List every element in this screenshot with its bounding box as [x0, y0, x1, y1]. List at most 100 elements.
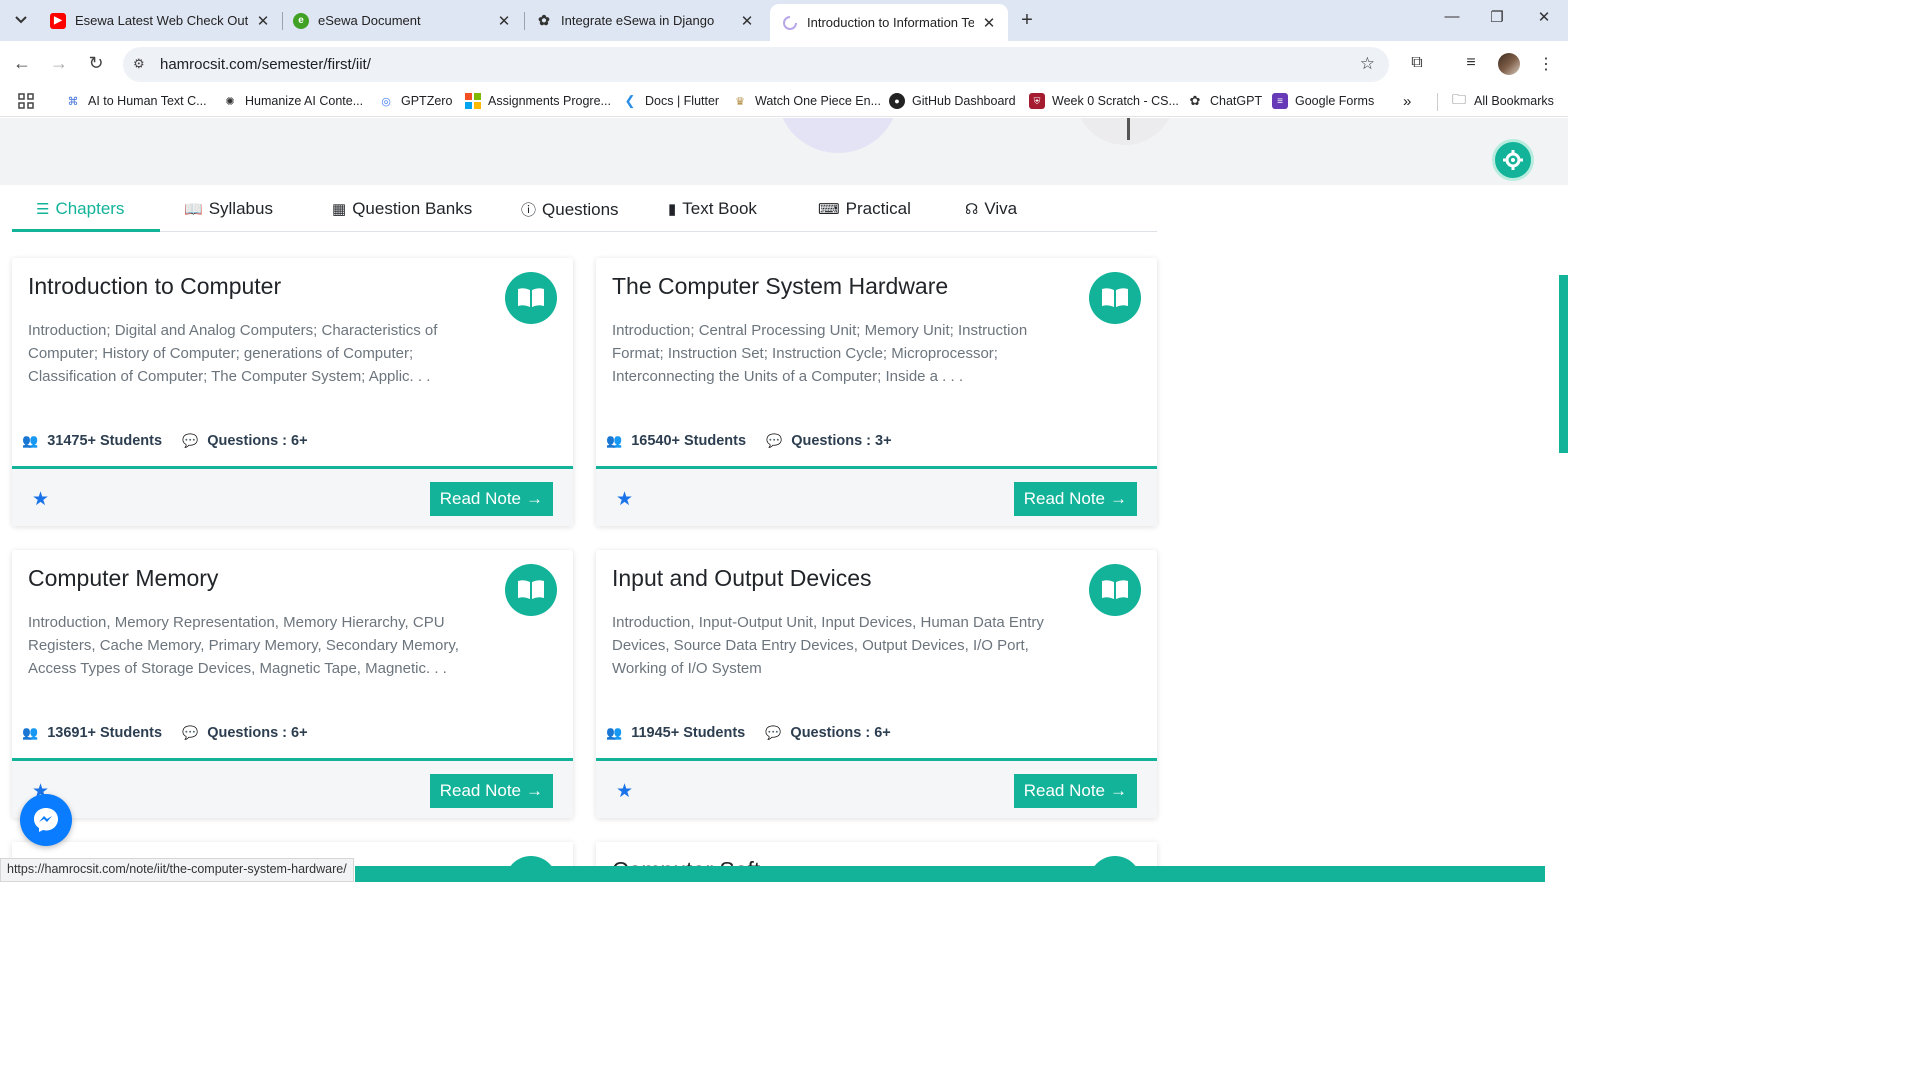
- tab-chapters[interactable]: ☰ Chapters: [36, 199, 124, 219]
- tab-label: Chapters: [55, 199, 125, 218]
- bookmark-item[interactable]: ♛ Watch One Piece En...: [732, 93, 881, 109]
- chapter-card: Introduction to Computer Introduction; D…: [12, 258, 573, 526]
- tab-question-banks[interactable]: ▦ Question Banks: [332, 199, 472, 219]
- bookmark-item[interactable]: Assignments Progre...: [465, 93, 611, 109]
- bookmark-label: AI to Human Text C...: [88, 94, 207, 108]
- bookmark-star-icon[interactable]: ☆: [1360, 54, 1375, 74]
- favorite-star-icon[interactable]: ★: [32, 488, 49, 511]
- translate-icon: ⌘: [67, 95, 79, 108]
- tab-viva[interactable]: ☊ Viva: [965, 199, 1017, 219]
- apps-grid-icon[interactable]: [18, 93, 34, 109]
- button-label: Read Note: [1023, 489, 1105, 508]
- chapter-nav-tabs: ☰ Chapters 📖 Syllabus ▦ Question Banks ⓘ Que…: [12, 185, 1157, 232]
- media-controls-icon[interactable]: ≡: [1460, 54, 1482, 72]
- read-note-button[interactable]: Read Note →: [1013, 774, 1137, 808]
- bookmarks-divider: [1437, 93, 1438, 111]
- read-note-button[interactable]: Read Note →: [1013, 482, 1137, 516]
- bookmark-label: Humanize AI Conte...: [245, 94, 364, 108]
- bookmark-item[interactable]: ≡ Google Forms: [1272, 93, 1374, 109]
- youtube-icon: ▶: [50, 12, 66, 29]
- chapter-description: Introduction; Digital and Analog Compute…: [28, 322, 438, 385]
- chapter-title[interactable]: Computer Memory: [28, 565, 218, 592]
- users-icon: 👥: [22, 433, 39, 448]
- decorative-lamp: [1075, 118, 1175, 145]
- bottom-accent-bar: [355, 866, 1545, 882]
- tab-questions[interactable]: ⓘ Questions: [521, 199, 619, 220]
- back-arrow-icon[interactable]: ←: [10, 53, 34, 74]
- button-label: Read Note: [439, 489, 521, 508]
- extensions-icon[interactable]: ⧉: [1406, 54, 1428, 72]
- folder-icon: 🗀: [1452, 91, 1466, 107]
- close-icon[interactable]: ✕: [495, 12, 513, 30]
- tab-text-book[interactable]: ▮ Text Book: [668, 199, 757, 219]
- openai-icon: ✿: [538, 12, 550, 28]
- close-icon[interactable]: ✕: [254, 12, 272, 30]
- restore-icon[interactable]: ❐: [1487, 8, 1507, 26]
- book-reader-icon: 📖: [184, 201, 203, 218]
- microsoft-icon: [465, 93, 481, 109]
- bookmark-label: Docs | Flutter: [645, 94, 720, 108]
- chapter-description: Introduction, Memory Representation, Mem…: [28, 614, 459, 677]
- settings-gear-button[interactable]: [1492, 139, 1534, 181]
- forward-arrow-icon[interactable]: →: [47, 53, 71, 74]
- laptop-code-icon: ⌨: [818, 201, 840, 218]
- chapter-title[interactable]: Introduction to Computer: [28, 273, 281, 300]
- more-menu-icon[interactable]: ⋮: [1535, 54, 1557, 74]
- tab-label: Syllabus: [208, 199, 273, 218]
- read-note-button[interactable]: Read Note →: [429, 774, 553, 808]
- google-forms-icon: ≡: [1272, 93, 1288, 109]
- tab-search-button[interactable]: [8, 8, 34, 32]
- chapter-title[interactable]: The Computer System Hardware: [612, 273, 948, 300]
- arrow-right-icon: →: [526, 489, 543, 508]
- bookmark-item[interactable]: ✿ ChatGPT: [1187, 93, 1263, 109]
- all-bookmarks-button[interactable]: 🗀 All Bookmarks: [1451, 91, 1554, 109]
- questions-count: Questions : 6+: [207, 433, 308, 449]
- close-icon[interactable]: ✕: [738, 12, 756, 30]
- new-tab-button[interactable]: +: [1016, 9, 1038, 32]
- decorative-line: [1127, 118, 1130, 140]
- bookmark-item[interactable]: ❮ Docs | Flutter: [622, 93, 720, 109]
- chatgpt-icon: ✿: [1189, 93, 1201, 108]
- chapter-card: The Computer System Hardware Introductio…: [596, 258, 1157, 526]
- tab-syllabus[interactable]: 📖 Syllabus: [184, 199, 273, 219]
- tab-practical[interactable]: ⌨ Practical: [818, 199, 911, 219]
- more-bookmarks-icon[interactable]: »: [1403, 93, 1411, 110]
- bookmark-label: Assignments Progre...: [488, 94, 611, 108]
- favorite-star-icon[interactable]: ★: [616, 780, 633, 803]
- browser-tab-1[interactable]: ▶ Esewa Latest Web Check Out Ap ✕: [38, 6, 282, 35]
- reload-icon[interactable]: ↻: [84, 53, 108, 74]
- bookmark-item[interactable]: ⌘ AI to Human Text C...: [65, 93, 207, 109]
- questions-count: Questions : 3+: [791, 433, 892, 449]
- browser-tab-3[interactable]: ✿ Integrate eSewa in Django ✕: [524, 6, 766, 35]
- bookmark-item[interactable]: ✺ Humanize AI Conte...: [222, 93, 363, 109]
- students-count: 31475+ Students: [47, 433, 163, 449]
- questions-count: Questions : 6+: [207, 725, 308, 741]
- bookmark-item[interactable]: ◎ GPTZero: [378, 93, 452, 109]
- table-icon: ▦: [332, 201, 347, 218]
- card-footer: ★ Read Note →: [12, 466, 573, 526]
- arrow-right-icon: →: [1110, 489, 1127, 508]
- messenger-chat-button[interactable]: [20, 794, 72, 846]
- bookmark-item[interactable]: ● GitHub Dashboard: [889, 93, 1016, 109]
- browser-tab-4-active[interactable]: Introduction to Information Tec ✕: [770, 4, 1008, 41]
- comment-icon: 💬: [182, 725, 199, 740]
- arrow-right-icon: →: [526, 781, 543, 800]
- scrollbar-thumb[interactable]: [1559, 275, 1568, 453]
- close-icon[interactable]: ✕: [980, 14, 998, 32]
- favorite-star-icon[interactable]: ★: [616, 488, 633, 511]
- chapter-title[interactable]: Input and Output Devices: [612, 565, 872, 592]
- users-icon: 👥: [606, 725, 623, 740]
- site-info-icon[interactable]: ⚙: [133, 56, 145, 72]
- bookmark-item[interactable]: ⛨ Week 0 Scratch - CS...: [1029, 93, 1179, 109]
- minimize-icon[interactable]: —: [1442, 8, 1462, 25]
- url-text[interactable]: hamrocsit.com/semester/first/iit/: [160, 56, 371, 73]
- chapter-stats: 👥 31475+ Students 💬 Questions : 6+: [22, 433, 308, 449]
- address-bar[interactable]: ⚙ hamrocsit.com/semester/first/iit/ ☆: [123, 47, 1389, 82]
- window-close-icon[interactable]: ✕: [1534, 8, 1554, 26]
- gptzero-icon: ◎: [381, 95, 391, 108]
- link-status-bar: https://hamrocsit.com/note/iit/the-compu…: [0, 858, 354, 882]
- browser-tab-2[interactable]: e eSewa Document ✕: [281, 6, 523, 35]
- tab-label: Practical: [845, 199, 911, 218]
- read-note-button[interactable]: Read Note →: [429, 482, 553, 516]
- profile-avatar[interactable]: [1498, 53, 1520, 75]
